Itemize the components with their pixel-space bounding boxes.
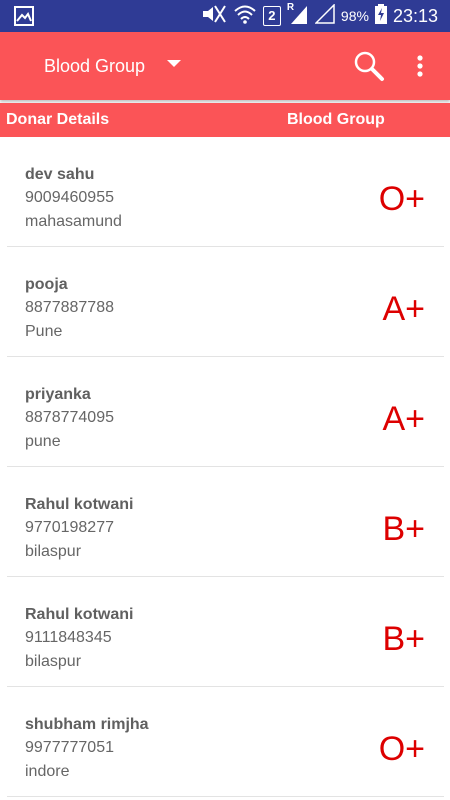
donor-name: shubham rimjha <box>25 716 149 733</box>
list-item[interactable]: dev sahu 9009460955 mahasamund O+ <box>7 137 444 247</box>
donor-name: Rahul kotwani <box>25 606 134 623</box>
donor-name: pooja <box>25 276 68 293</box>
donor-city: pune <box>25 433 61 450</box>
clock: 23:13 <box>392 6 438 26</box>
donor-city: bilaspur <box>25 543 82 560</box>
donor-blood-group: B+ <box>382 620 425 658</box>
donor-details-header: Donar Details <box>6 111 110 128</box>
battery-percent: 98% <box>340 8 369 24</box>
roaming-label: R <box>286 1 295 13</box>
list-item[interactable]: Rahul kotwani 9111848345 bilaspur B+ <box>7 577 444 687</box>
signal-roaming-icon: R <box>286 1 309 29</box>
blood-group-header: Blood Group <box>287 111 385 128</box>
donor-blood-group: A+ <box>382 290 425 328</box>
app-bar: Blood Group <box>0 32 450 100</box>
overflow-menu-button[interactable] <box>408 48 432 84</box>
donor-name: Rahul kotwani <box>25 496 134 513</box>
list-item[interactable]: pooja 8877887788 Pune A+ <box>7 247 444 357</box>
donor-phone: 9009460955 <box>25 189 114 206</box>
donor-phone: 9770198277 <box>25 519 114 536</box>
search-icon <box>354 51 384 81</box>
donor-phone: 8878774095 <box>25 409 114 426</box>
gallery-notification-icon <box>14 6 34 31</box>
battery-charging-icon <box>374 3 387 29</box>
signal-icon <box>314 2 335 29</box>
more-vert-icon <box>417 55 423 77</box>
donor-phone: 8877887788 <box>25 299 114 316</box>
donor-blood-group: O+ <box>378 180 425 218</box>
donor-blood-group: O+ <box>378 730 425 768</box>
list-item[interactable]: shubham rimjha 9977777051 indore O+ <box>7 687 444 797</box>
column-header: Donar Details Blood Group <box>0 103 450 137</box>
donor-city: Pune <box>25 323 63 340</box>
donor-city: indore <box>25 763 70 780</box>
spinner-selected-label: Blood Group <box>44 55 146 76</box>
dropdown-arrow-icon <box>167 59 182 67</box>
donor-name: priyanka <box>25 386 91 403</box>
donor-city: bilaspur <box>25 653 82 670</box>
mute-icon <box>201 4 227 29</box>
donor-phone: 9977777051 <box>25 739 114 756</box>
donor-blood-group: B+ <box>382 510 425 548</box>
donor-name: dev sahu <box>25 166 95 183</box>
donor-list[interactable]: dev sahu 9009460955 mahasamund O+ pooja … <box>7 137 444 797</box>
status-bar: 2 R 98% 23:13 <box>0 0 450 32</box>
sim-slot-badge: 2 <box>262 6 281 26</box>
donor-blood-group: A+ <box>382 400 425 438</box>
donor-phone: 9111848345 <box>25 629 112 646</box>
blood-group-spinner[interactable]: Blood Group <box>44 32 182 100</box>
list-item[interactable]: Rahul kotwani 9770198277 bilaspur B+ <box>7 467 444 577</box>
search-button[interactable] <box>351 48 387 84</box>
list-item[interactable]: priyanka 8878774095 pune A+ <box>7 357 444 467</box>
donor-city: mahasamund <box>25 213 122 230</box>
wifi-icon <box>233 4 257 29</box>
